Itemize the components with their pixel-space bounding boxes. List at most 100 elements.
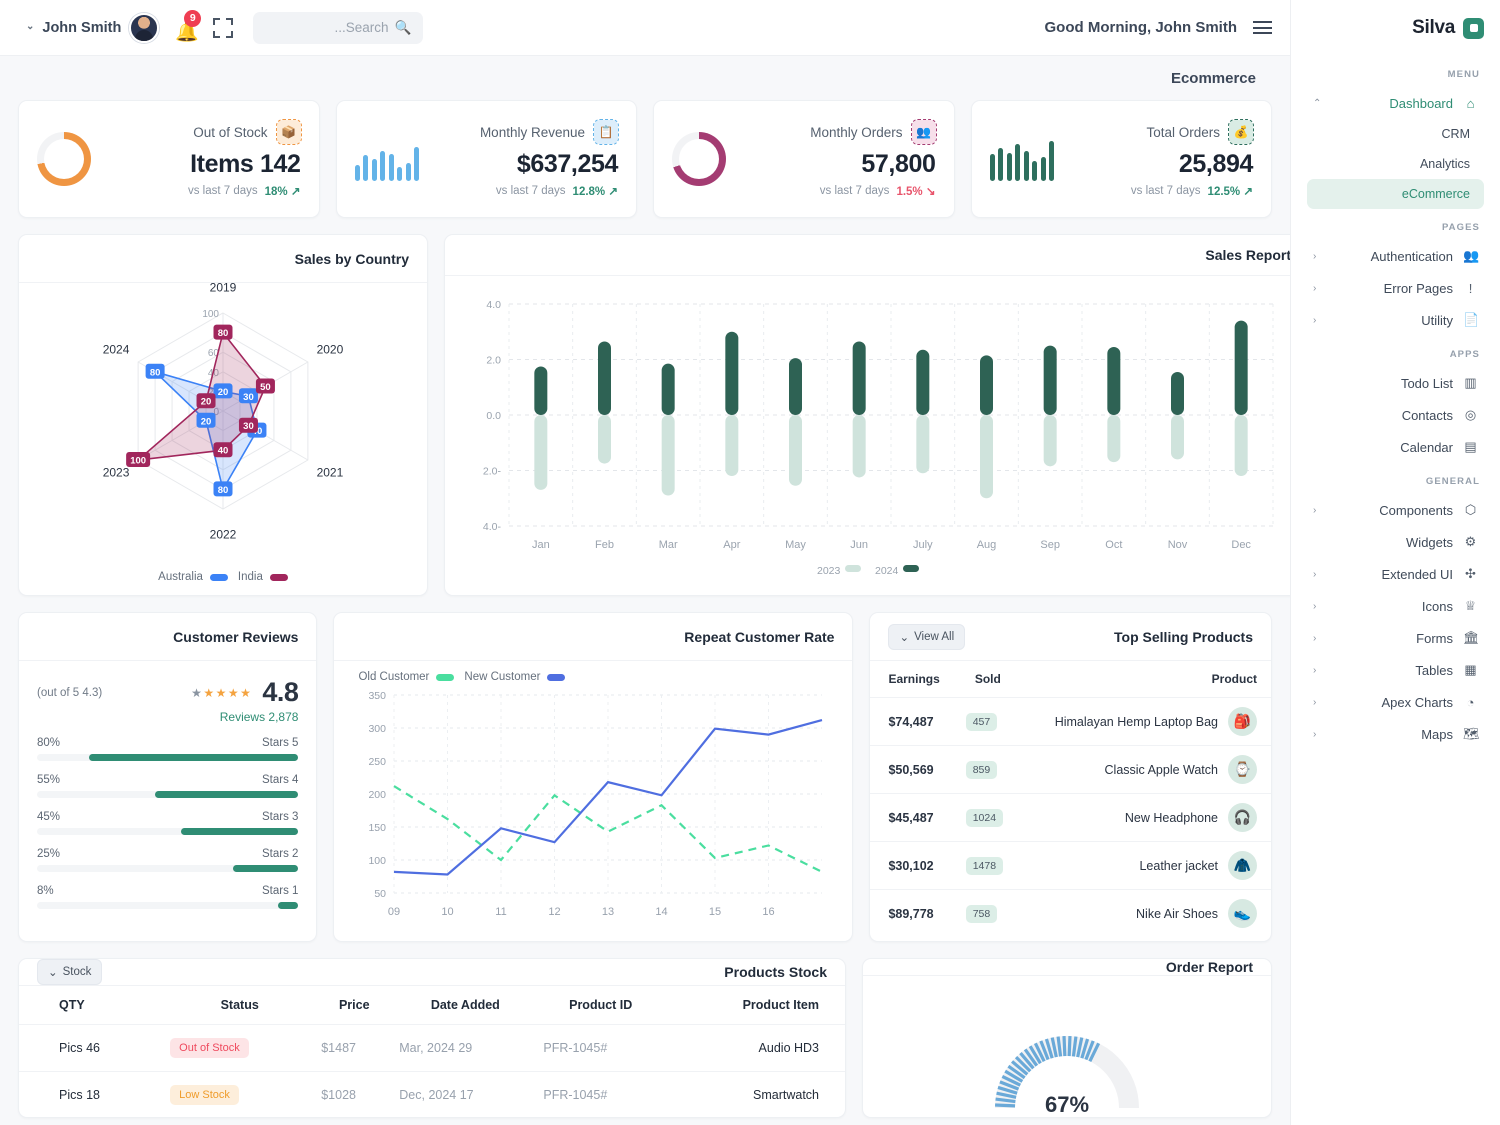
- table-row[interactable]: $89,778 758 Nike Air Shoes 👟: [870, 889, 1271, 937]
- kpi-delta: 18% ↗: [264, 186, 301, 198]
- sales-bar-chart: 4.0 2.0 0.0 2.0- 4.0- Jan Feb Mar Apr May Jun July A…: [445, 276, 1290, 595]
- sidebar-item-label: eCommerce: [1401, 187, 1470, 201]
- topbar-right-group: Good Morning, John Smith: [1045, 19, 1272, 36]
- notifications-button[interactable]: 🔔 9: [173, 9, 202, 43]
- svg-text:20: 20: [201, 397, 212, 408]
- cell-earnings: $50,569: [870, 745, 958, 794]
- chevron-down-icon: ⌄: [48, 967, 58, 979]
- svg-text:Jun: Jun: [850, 539, 868, 551]
- chevron-down-icon: ⌄: [899, 631, 910, 644]
- table-row[interactable]: Pics 46 Out of Stock $1487 Mar, 2024 29 PFR-…: [19, 1024, 845, 1072]
- svg-text:2022: 2022: [210, 527, 237, 541]
- repeat-line-chart: Old Customer New Customer 350 300 250 200 150…: [334, 661, 852, 941]
- legend-item[interactable]: Australia: [158, 571, 228, 583]
- cell-earnings: $45,487: [870, 793, 958, 842]
- sidebar-item-todo-list[interactable]: Todo List ▥: [1307, 367, 1484, 399]
- kpi-donut: [37, 132, 91, 186]
- review-stat-row: 25% Stars 2: [37, 848, 299, 872]
- sidebar-item-apex-charts[interactable]: › Apex Charts ◔: [1307, 686, 1484, 718]
- legend-item[interactable]: New Customer: [464, 671, 566, 683]
- sidebar-item-extended-ui[interactable]: › Extended UI ✣: [1307, 558, 1484, 590]
- col-date-added: Date Added: [430, 998, 500, 1012]
- sidebar-item-calendar[interactable]: Calendar ▤: [1307, 431, 1484, 463]
- trend-up-icon: ↗: [290, 186, 301, 198]
- sidebar-item-authentication[interactable]: › Authentication 👥: [1307, 240, 1484, 272]
- view-all-button[interactable]: ⌄ View All: [888, 623, 966, 650]
- reviews-score-row: (out of 5 4.3) ★★★★★ 4.8: [37, 677, 299, 708]
- kpi-donut: [672, 132, 726, 186]
- legend-item[interactable]: India: [238, 571, 288, 583]
- table-row[interactable]: $50,569 859 Classic Apple Watch ⌚: [870, 745, 1271, 794]
- sidebar-item-tables[interactable]: › Tables ▦: [1307, 654, 1484, 686]
- top-selling-table: Earnings Sold Product $74,487 457 Himalaya…: [870, 661, 1271, 937]
- cell-qty: Pics 18: [19, 1071, 165, 1117]
- svg-text:2023: 2023: [817, 565, 841, 577]
- trend-up-icon: ↗: [1243, 186, 1253, 198]
- fullscreen-icon[interactable]: [213, 17, 234, 38]
- products-stock-table-body: Pics 46 Out of Stock $1487 Mar, 2024 29 PFR-…: [19, 1024, 845, 1117]
- user-name-label: John Smith: [42, 19, 122, 36]
- svg-text:15: 15: [709, 906, 721, 918]
- user-menu[interactable]: ⌄ John Smith: [26, 12, 160, 43]
- cell-product: Leather jacket 🧥: [1017, 841, 1271, 890]
- menu-toggle-icon[interactable]: [1253, 21, 1272, 34]
- svg-text:09: 09: [388, 906, 400, 918]
- stock-filter-button[interactable]: ⌄ Stock: [37, 959, 103, 985]
- review-percent: 8%: [37, 885, 54, 897]
- sales-bar-chart-svg: 4.0 2.0 0.0 2.0- 4.0- Jan Feb Mar Apr May Jun July A…: [483, 299, 1274, 577]
- sidebar-item-components[interactable]: › Components ⬡: [1307, 494, 1484, 526]
- reviews-summary: (out of 5 4.3) ★★★★★ 4.8 Reviews 2,878: [37, 677, 299, 724]
- kpi-value: Items 142: [190, 150, 301, 178]
- kpi-sparkline: [354, 137, 419, 181]
- col-product-item: Product Item: [742, 998, 819, 1012]
- table-row[interactable]: Pics 18 Low Stock $1028 Dec, 2024 17 PFR-104…: [19, 1071, 845, 1117]
- radar-legend: Australia India: [19, 571, 427, 595]
- sidebar-item-utility[interactable]: › Utility 📄: [1307, 304, 1484, 336]
- table-row[interactable]: $45,487 1024 New Headphone 🎧: [870, 793, 1271, 842]
- chevron-right-icon: ›: [1313, 504, 1317, 516]
- cell-price: $1487: [315, 1024, 394, 1072]
- sidebar-item-label: Authentication: [1370, 248, 1453, 264]
- icons-icon: ♕: [1464, 598, 1477, 613]
- order-report-card: Order Report 67%: [862, 958, 1272, 1118]
- sidebar-item-ecommerce[interactable]: eCommerce: [1307, 179, 1484, 209]
- kpi-badge-icon: 📦: [275, 119, 302, 145]
- sidebar-item-error-pages[interactable]: › Error Pages!: [1307, 272, 1484, 304]
- table-row[interactable]: $74,487 457 Himalayan Hemp Laptop Bag 🎒: [870, 697, 1271, 746]
- col-qty: QTY: [59, 998, 85, 1012]
- svg-text:50: 50: [375, 888, 387, 900]
- sidebar-item-crm[interactable]: CRM: [1307, 119, 1484, 149]
- kpi-head: Monthly Orders 👥: [810, 119, 937, 145]
- sidebar-item-widgets[interactable]: Widgets ⚙: [1307, 526, 1484, 558]
- sidebar-item-icons[interactable]: › Icons ♕: [1307, 590, 1484, 622]
- review-progress-fill: [154, 791, 299, 798]
- product-thumbnail: ⌚: [1228, 755, 1257, 784]
- sidebar-item-label: Apex Charts: [1381, 694, 1453, 710]
- sidebar-item-analytics[interactable]: Analytics: [1307, 149, 1484, 179]
- kpi-value: $637,254: [516, 150, 618, 178]
- radar-chart-svg: 0204060100201920202021202220232024203040…: [103, 281, 344, 542]
- sidebar-item-maps[interactable]: › Maps 🗺: [1307, 718, 1484, 750]
- sidebar-item-forms[interactable]: › Forms 🏛: [1307, 622, 1484, 654]
- search-input[interactable]: ...Search 🔍: [253, 11, 424, 44]
- kpi-subtext: vs last 7 days 18% ↗: [188, 184, 301, 198]
- charts-row-1: Sales by Country 0 20 40 60 100 2019 2020 2021 2…: [18, 234, 1290, 596]
- reviews-body: (out of 5 4.3) ★★★★★ 4.8 Reviews 2,878 8…: [19, 661, 316, 925]
- legend-color-chip: [209, 573, 228, 581]
- sidebar-item-dashboard[interactable]: ⌃ Dashboard ⌂: [1307, 87, 1484, 119]
- svg-text:2020: 2020: [317, 342, 344, 356]
- cell-product-item: Smartwatch: [664, 1071, 845, 1117]
- svg-text:4.0: 4.0: [486, 299, 501, 311]
- sold-badge: 457: [965, 712, 998, 731]
- sidebar-item-label: Icons: [1421, 598, 1453, 614]
- brand-logo[interactable]: Silva: [1307, 0, 1484, 56]
- sidebar-item-contacts[interactable]: Contacts ◎: [1307, 399, 1484, 431]
- table-row[interactable]: $30,102 1478 Leather jacket 🧥: [870, 841, 1271, 890]
- cell-status: Low Stock: [164, 1071, 316, 1117]
- review-progress-fill: [233, 865, 299, 872]
- kpi-body: Total Orders 💰 25,894 vs last 7 days 12.5% ↗: [1080, 119, 1254, 198]
- avatar[interactable]: [129, 12, 160, 43]
- legend-item[interactable]: Old Customer: [358, 671, 455, 683]
- chevron-right-icon: ›: [1313, 568, 1317, 580]
- card-title: Top Selling Products: [1114, 628, 1253, 645]
